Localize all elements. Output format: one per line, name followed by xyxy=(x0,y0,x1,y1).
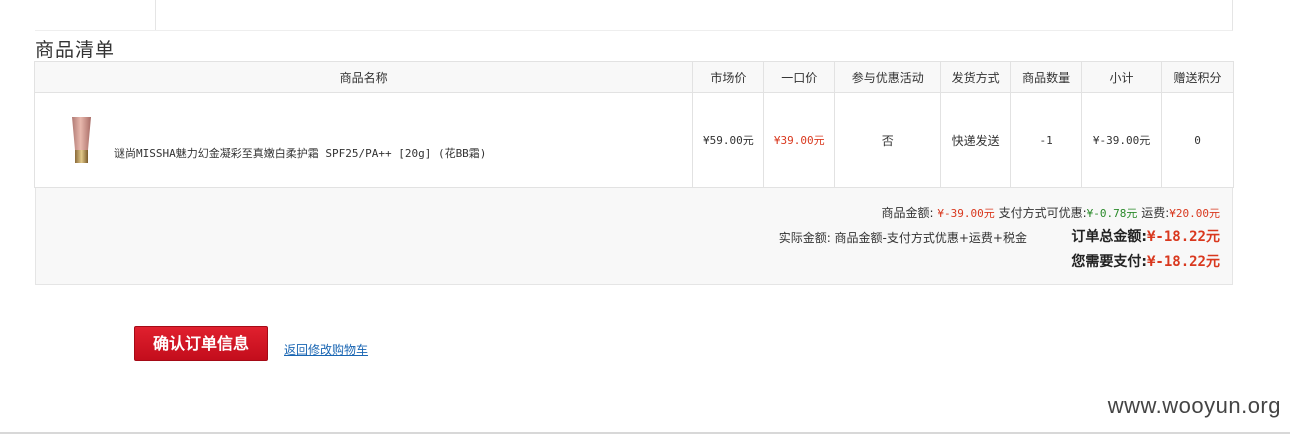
order-total-label: 订单总金额: xyxy=(1071,229,1147,245)
goods-amount-label: 商品金额: xyxy=(881,206,934,220)
need-to-pay: 您需要支付:¥-18.22元 xyxy=(1071,251,1220,271)
product-thumbnail-icon[interactable] xyxy=(69,116,94,164)
header-points: 赠送积分 xyxy=(1161,61,1234,93)
header-product-name: 商品名称 xyxy=(33,61,694,93)
watermark-text: www.wooyun.org xyxy=(1107,393,1281,418)
header-subtotal: 小计 xyxy=(1081,61,1163,93)
amount-formula: 实际金额: 商品金额-支付方式优惠+运费+税金 xyxy=(778,231,1027,245)
order-total-value: ¥-18.22元 xyxy=(1146,229,1220,245)
section-title: 商品清单 xyxy=(35,39,116,61)
table-row: 谜尚MISSHA魅力幻金凝彩至真嫩白柔护霜 SPF25/PA++ [20g] (… xyxy=(33,92,1234,188)
amount-breakdown: 商品金额: ¥-39.00元 支付方式可优惠:¥-0.78元 运费:¥20.00… xyxy=(882,204,1220,221)
pay-discount-label: 支付方式可优惠: xyxy=(998,206,1087,220)
need-pay-value: ¥-18.22元 xyxy=(1146,254,1220,270)
header-price: 一口价 xyxy=(763,61,836,93)
points-cell: 0 xyxy=(1161,92,1234,188)
product-cell: 谜尚MISSHA魅力幻金凝彩至真嫩白柔护霜 SPF25/PA++ [20g] (… xyxy=(33,92,694,188)
price-cell: ¥39.00元 xyxy=(763,92,836,188)
goods-table: 商品名称 市场价 一口价 参与优惠活动 发货方式 商品数量 小计 赠送积分 谜尚… xyxy=(33,61,1234,188)
order-total: 订单总金额:¥-18.22元 xyxy=(1071,226,1220,246)
product-name[interactable]: 谜尚MISSHA魅力幻金凝彩至真嫩白柔护霜 SPF25/PA++ [20g] (… xyxy=(114,145,486,161)
pay-discount-value: ¥-0.78元 xyxy=(1086,207,1138,220)
back-to-cart-link[interactable]: 返回修改购物车 xyxy=(284,341,368,358)
freight-value: ¥20.00元 xyxy=(1169,207,1220,220)
previous-section-stub xyxy=(35,0,1233,31)
table-header-row: 商品名称 市场价 一口价 参与优惠活动 发货方式 商品数量 小计 赠送积分 xyxy=(33,61,1234,93)
freight-label: 运费: xyxy=(1141,206,1170,220)
goods-amount-value: ¥-39.00元 xyxy=(937,207,995,220)
order-summary: 商品金额: ¥-39.00元 支付方式可优惠:¥-0.78元 运费:¥20.00… xyxy=(35,188,1233,285)
previous-section-cell xyxy=(35,0,156,30)
confirm-order-button[interactable]: 确认订单信息 xyxy=(134,326,268,361)
promotion-cell: 否 xyxy=(834,92,942,188)
need-pay-label: 您需要支付: xyxy=(1071,254,1147,270)
shipping-cell: 快递发送 xyxy=(940,92,1012,188)
header-quantity: 商品数量 xyxy=(1010,61,1083,93)
market-price-cell: ¥59.00元 xyxy=(692,92,765,188)
quantity-cell: -1 xyxy=(1010,92,1083,188)
header-market-price: 市场价 xyxy=(692,61,765,93)
header-promotion: 参与优惠活动 xyxy=(834,61,942,93)
header-shipping: 发货方式 xyxy=(940,61,1012,93)
subtotal-cell: ¥-39.00元 xyxy=(1081,92,1163,188)
